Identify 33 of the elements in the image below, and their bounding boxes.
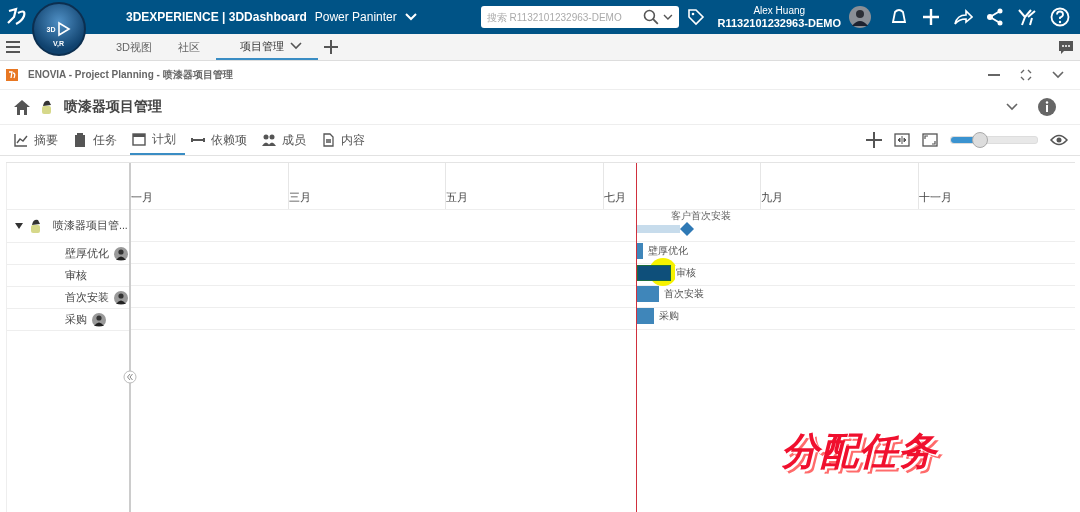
view-tab[interactable]: 摘要	[12, 125, 67, 155]
month-label: 十一月	[918, 191, 952, 203]
dashboard-tab[interactable]: 社区	[168, 34, 211, 60]
caption: 分配任务	[781, 429, 937, 474]
tenant-name[interactable]: R1132101232963-DEMO	[717, 17, 841, 29]
task-bar-label: 壁厚优化	[647, 244, 689, 258]
view-tab[interactable]: 成员	[260, 125, 315, 155]
view-tab[interactable]: 内容	[319, 125, 374, 155]
dashboard-name[interactable]: Power Paninter	[314, 10, 397, 24]
view-tab[interactable]: 依赖项	[189, 125, 256, 155]
dashboard-tab[interactable]: 3D视图	[106, 34, 163, 60]
task-bar-label: 审核	[675, 265, 697, 280]
month-label: 一月	[131, 191, 153, 203]
task-name[interactable]: 审核	[65, 268, 87, 283]
month-label: 五月	[446, 191, 468, 203]
search-field[interactable]: 搜索 R1132101232963-DEMO	[480, 6, 679, 28]
task-name[interactable]: 壁厚优化	[65, 246, 109, 261]
dashboard-tab[interactable]: 项目管理	[216, 34, 319, 60]
task-name[interactable]: 采购	[65, 312, 87, 327]
month-label: 三月	[288, 191, 311, 203]
month-label: 九月	[761, 191, 783, 203]
app-title: ENOVIA - Project Planning - 喷漆器项目管理	[28, 68, 233, 82]
brand-title: 3DEXPERIENCE | 3DDashboard	[126, 10, 307, 24]
milestone-label: 客户首次安装	[671, 209, 731, 223]
project-title: 喷漆器项目管理	[64, 98, 162, 116]
task-bar-label: 采购	[658, 308, 680, 323]
task-bar-label: 首次安装	[663, 287, 705, 301]
user-name: Alex Huang	[753, 5, 806, 17]
view-tab[interactable]: 计划	[130, 125, 185, 155]
month-label: 七月	[603, 191, 626, 203]
project-name[interactable]: 喷漆器项目管...	[53, 219, 128, 233]
view-tab[interactable]: 任务	[71, 125, 126, 155]
task-name[interactable]: 首次安装	[65, 290, 109, 305]
